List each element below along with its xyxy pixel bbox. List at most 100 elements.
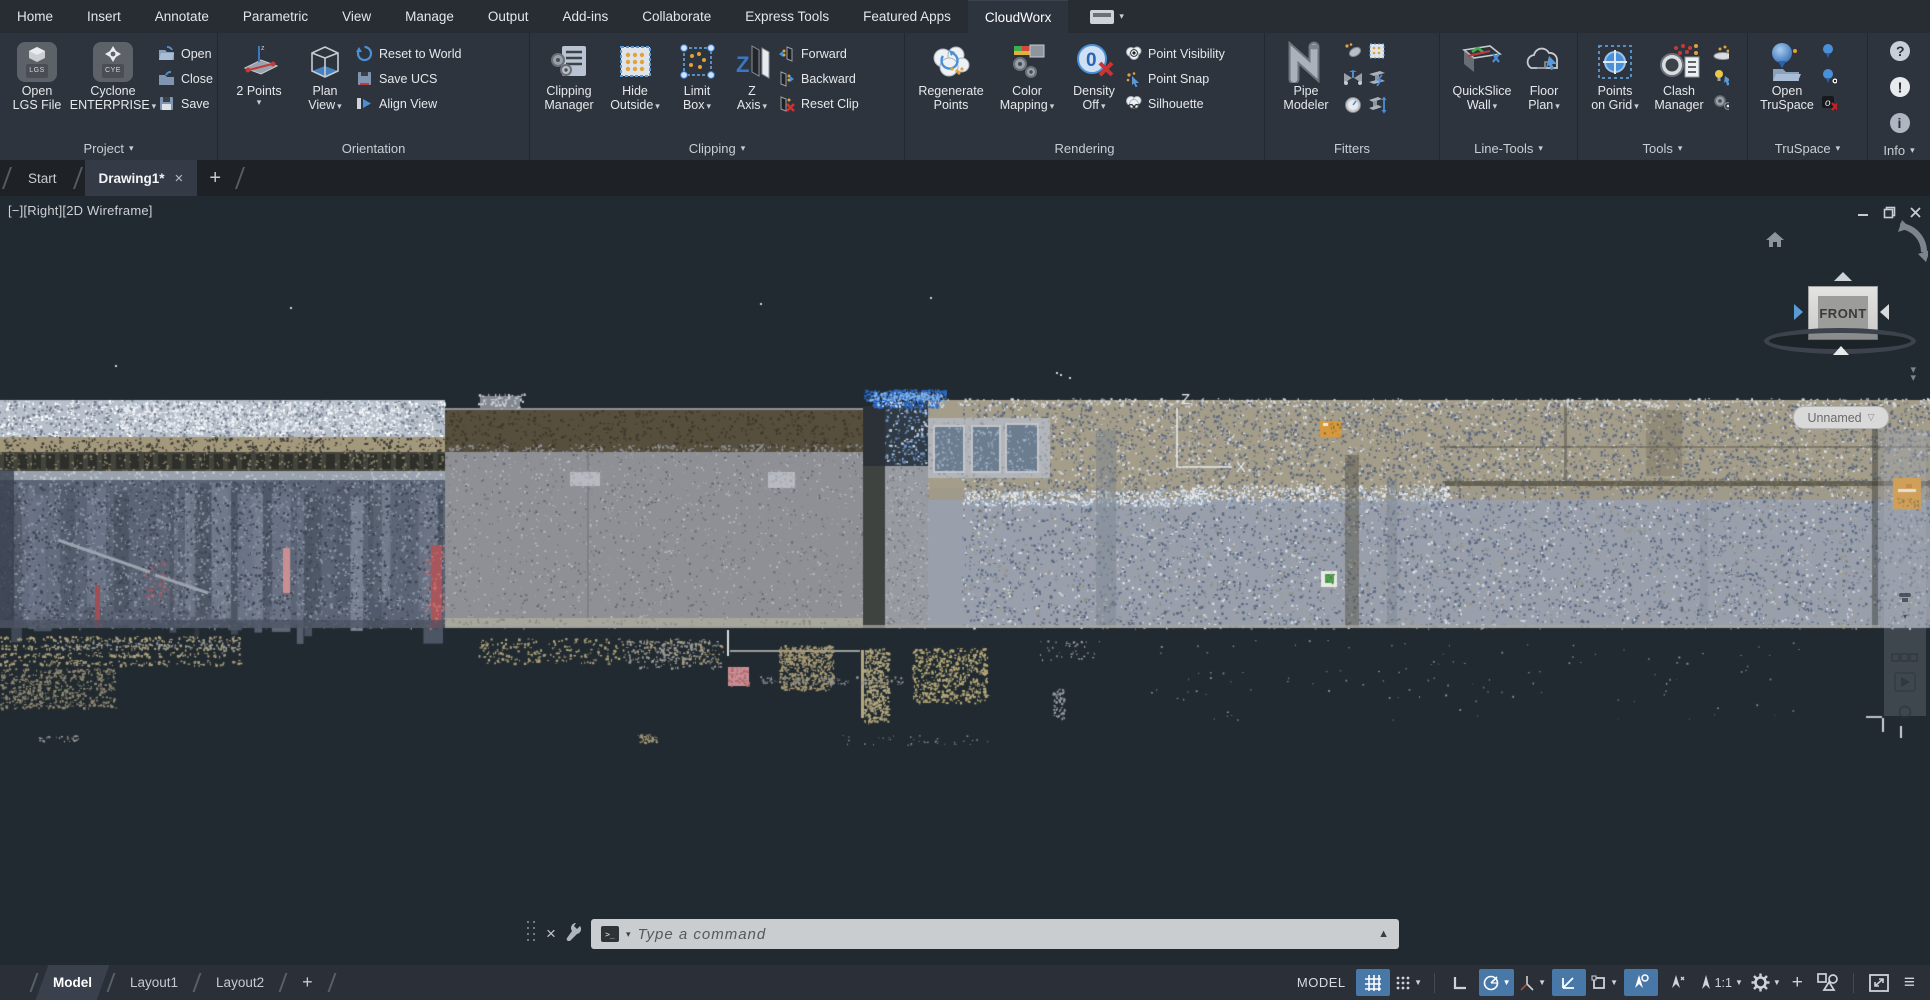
pipe-modeler-button[interactable]: PipeModeler [1271, 38, 1341, 112]
align-view-button[interactable]: Align View [356, 91, 461, 116]
floor-plan-button[interactable]: Floor Plan▾ [1518, 38, 1570, 113]
open-lgs-file-button[interactable]: LGS OpenLGS File [6, 38, 68, 112]
tab-model[interactable]: Model [40, 965, 105, 1000]
tab-express-tools[interactable]: Express Tools [728, 0, 846, 33]
project-open-button[interactable]: Open [158, 41, 213, 66]
annotation-visibility-toggle[interactable] [1624, 969, 1658, 996]
fit-sprinkler-button[interactable] [1343, 42, 1363, 65]
tab-parametric[interactable]: Parametric [226, 0, 325, 33]
tab-layout1[interactable]: Layout1 [117, 965, 191, 1000]
workspace-switching-button[interactable]: ▼ [1748, 969, 1784, 996]
customization-plus-button[interactable]: + [1786, 972, 1809, 994]
clip-backward-button[interactable]: Backward [778, 66, 859, 91]
panel-label-tools[interactable]: Tools▾ [1578, 136, 1747, 160]
strip-circle-icon[interactable] [1898, 705, 1912, 724]
quickslice-wall-button[interactable]: QuickSlice Wall▾ [1446, 38, 1518, 113]
tab-addins[interactable]: Add-ins [545, 0, 625, 33]
tab-drawing1[interactable]: Drawing1* × [85, 160, 198, 196]
clean-screen-button[interactable] [1862, 969, 1896, 996]
fit-gauge-button[interactable] [1344, 96, 1363, 119]
points-on-grid-button[interactable]: Points on Grid▾ [1584, 38, 1646, 113]
reset-to-world-button[interactable]: Reset to World [356, 41, 461, 66]
object-snap-tracking-toggle[interactable] [1552, 969, 1586, 996]
strip-caret-icon[interactable]: ▾ [1903, 612, 1907, 621]
tab-insert[interactable]: Insert [70, 0, 138, 33]
save-ucs-button[interactable]: Save UCS [356, 66, 461, 91]
wrench-icon[interactable] [564, 922, 581, 946]
density-off-button[interactable]: 0 Density Off▾ [1063, 38, 1125, 113]
customization-menu-icon[interactable]: ≡ [1898, 972, 1920, 994]
truspace-locate-button[interactable] [1820, 39, 1837, 64]
truspace-side-toolbar[interactable]: ▾ [1884, 430, 1926, 716]
tab-home[interactable]: Home [0, 0, 70, 33]
command-input[interactable]: >_ ▾ Type a command ▲ [591, 919, 1399, 949]
tool-light-button[interactable] [1712, 64, 1729, 89]
new-drawing-button[interactable]: + [197, 160, 233, 196]
viewcube-compass-ring[interactable] [1764, 328, 1916, 354]
drag-handle-icon[interactable] [527, 921, 537, 947]
panel-label-project[interactable]: Project▾ [0, 136, 217, 160]
cyclone-enterprise-button[interactable]: CYE Cyclone ENTERPRISE▾ [68, 38, 158, 113]
clipping-manager-button[interactable]: ClippingManager [536, 38, 602, 112]
z-axis-button[interactable]: Z Z Axis▾ [726, 38, 778, 113]
tab-output[interactable]: Output [471, 0, 546, 33]
new-layout-button[interactable]: + [289, 965, 326, 1000]
point-cloud-canvas[interactable] [0, 196, 1930, 965]
tool-dish-button[interactable] [1712, 39, 1729, 64]
strip-play-button[interactable] [1894, 672, 1916, 697]
panel-label-orientation[interactable]: Orientation [218, 136, 529, 160]
chevron-down-icon[interactable]: ▾ [626, 929, 631, 940]
info-help-button[interactable]: ? [1888, 39, 1912, 68]
close-icon[interactable]: × [175, 170, 184, 187]
fit-grid-plate-button[interactable] [1367, 42, 1387, 65]
info-alert-button[interactable]: ! [1888, 75, 1912, 104]
truspace-close-button[interactable]: o [1820, 89, 1837, 114]
snap-toggle[interactable]: ▼ [1392, 969, 1426, 996]
close-command-icon[interactable]: × [546, 924, 556, 944]
tab-cloudworx[interactable]: CloudWorx [968, 0, 1069, 33]
limit-box-button[interactable]: Limit Box▾ [668, 38, 726, 113]
panel-label-fitters[interactable]: Fitters [1265, 136, 1439, 160]
home-icon[interactable] [1766, 232, 1784, 253]
panel-label-rendering[interactable]: Rendering [905, 136, 1264, 160]
tab-featured-apps[interactable]: Featured Apps [846, 0, 968, 33]
model-space-badge[interactable]: MODEL [1297, 975, 1346, 990]
two-points-button[interactable]: z 2 Points ▾ [224, 38, 294, 107]
panel-label-truspace[interactable]: TruSpace▾ [1748, 136, 1867, 160]
command-history-icon[interactable]: ▲ [1378, 928, 1389, 940]
fit-valve-button[interactable] [1342, 70, 1364, 91]
open-truspace-button[interactable]: OpenTruSpace [1754, 38, 1820, 112]
silhouette-button[interactable]: Silhouette [1125, 91, 1225, 116]
navbar-collapse-icon[interactable]: ▾▾ [1910, 366, 1916, 382]
panel-label-info[interactable]: Info▾ [1868, 140, 1930, 160]
viewport-controls-label[interactable]: [−][Right][2D Wireframe] [8, 203, 153, 218]
tab-start[interactable]: Start [14, 160, 71, 196]
fit-beam-length-button[interactable] [1367, 96, 1387, 119]
clip-forward-button[interactable]: Forward [778, 41, 859, 66]
polar-tracking-toggle[interactable]: ▼ [1479, 969, 1514, 996]
info-about-button[interactable]: i [1888, 111, 1912, 140]
viewcube-left-arrow[interactable] [1794, 304, 1803, 320]
fit-steel-beam-button[interactable] [1367, 69, 1387, 92]
rotate-arrow-icon[interactable] [1898, 220, 1928, 271]
grid-toggle[interactable] [1356, 969, 1390, 996]
tab-layout2[interactable]: Layout2 [203, 965, 277, 1000]
ribbon-display-toggle[interactable]: ▾ [1082, 0, 1132, 33]
panel-label-line-tools[interactable]: Line-Tools▾ [1440, 136, 1577, 160]
panel-label-clipping[interactable]: Clipping▾ [530, 136, 904, 160]
annotation-autoscale-toggle[interactable] [1660, 969, 1694, 996]
clash-manager-button[interactable]: ClashManager [1646, 38, 1712, 112]
project-close-button[interactable]: Close [158, 66, 213, 91]
tab-collaborate[interactable]: Collaborate [625, 0, 728, 33]
truspace-view-button[interactable] [1820, 64, 1837, 89]
tab-annotate[interactable]: Annotate [138, 0, 226, 33]
object-snap-toggle[interactable]: ▼ [1588, 969, 1622, 996]
ortho-toggle[interactable] [1443, 969, 1477, 996]
hide-outside-button[interactable]: Hide Outside▾ [602, 38, 668, 113]
strip-grip-icon[interactable] [1897, 590, 1913, 608]
isodraft-toggle[interactable]: ▼ [1516, 969, 1550, 996]
regenerate-points-button[interactable]: RegeneratePoints [911, 38, 991, 112]
strip-frames-icon[interactable] [1891, 649, 1919, 667]
isolate-objects-button[interactable] [1811, 969, 1845, 996]
tab-view[interactable]: View [325, 0, 388, 33]
